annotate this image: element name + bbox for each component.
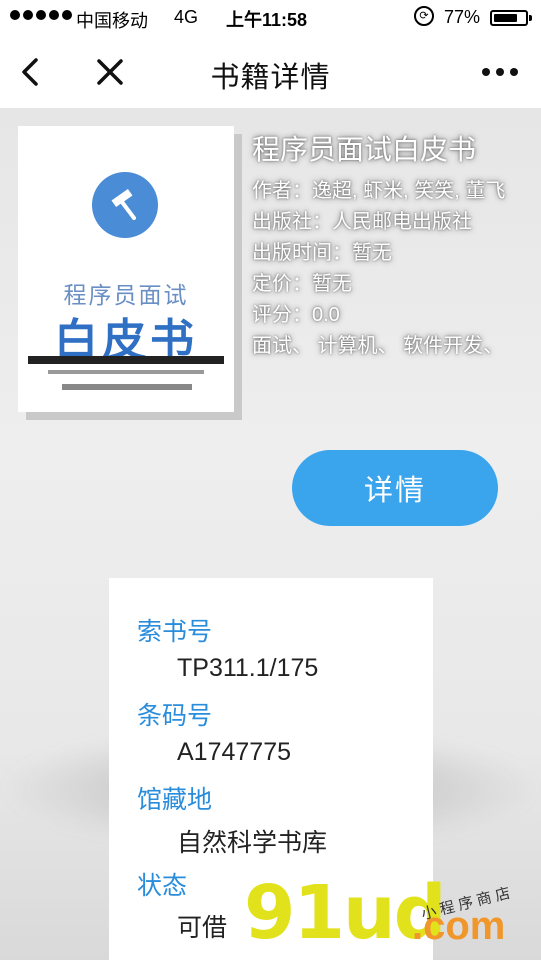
book-publish-time: 出版时间：暂无 [252, 242, 392, 264]
location-label: 馆藏地 [137, 786, 213, 814]
hammer-logo-icon [92, 172, 158, 238]
carrier-name: 中国移动 [76, 11, 148, 31]
call-number-value: TP311.1/175 [177, 654, 319, 682]
signal-icon [10, 10, 72, 20]
book-detail-content: 程序员面试 白皮书 程序员面试白皮书 作者：逸超, 虾米, 笑笑, 董飞 出版社… [0, 108, 541, 960]
cover-publisher-mark [62, 384, 192, 390]
more-icon[interactable] [478, 60, 522, 84]
status-bar: 中国移动 4G 上午11:58 ⟳ 77% [0, 0, 541, 36]
battery-icon [490, 10, 532, 26]
book-tags: 面试、 计算机、 软件开发、 [252, 335, 504, 357]
book-author: 作者：逸超, 虾米, 笑笑, 董飞 [252, 180, 506, 202]
book-rating: 评分：0.0 [252, 304, 340, 326]
page-title: 书籍详情 [210, 62, 331, 94]
watermark: 91ud .com 小程序商店 [240, 862, 540, 960]
call-number-label: 索书号 [137, 618, 213, 646]
battery-percent: 77% [444, 7, 481, 27]
status-label: 状态 [137, 872, 188, 900]
book-price: 定价：暂无 [252, 273, 352, 295]
book-info: 程序员面试白皮书 作者：逸超, 虾米, 笑笑, 董飞 出版社：人民邮电出版社 出… [252, 130, 522, 362]
book-publisher: 出版社：人民邮电出版社 [252, 211, 472, 233]
cover-fine-print [48, 370, 204, 374]
detail-button[interactable]: 详情 [292, 450, 498, 526]
location-value: 自然科学书库 [177, 829, 328, 857]
rotation-lock-icon: ⟳ [414, 6, 434, 26]
clock: 上午11:58 [226, 10, 308, 30]
book-title: 程序员面试白皮书 [252, 134, 477, 165]
nav-bar: 书籍详情 [0, 36, 541, 108]
book-cover: 程序员面试 白皮书 [18, 126, 234, 412]
barcode-label: 条码号 [137, 702, 213, 730]
network-type: 4G [174, 7, 199, 27]
status-value: 可借 [177, 914, 228, 942]
cover-banner [28, 356, 224, 364]
barcode-value: A1747775 [177, 738, 292, 766]
